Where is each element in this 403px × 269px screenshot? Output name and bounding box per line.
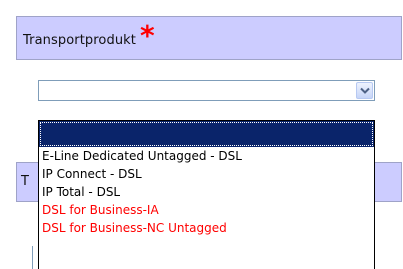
- dropdown-option-eline-dedicated-untagged-dsl[interactable]: E-Line Dedicated Untagged - DSL: [39, 147, 374, 165]
- chevron-down-icon: [360, 87, 370, 94]
- dropdown-options-list[interactable]: E-Line Dedicated Untagged - DSL IP Conne…: [38, 120, 375, 269]
- dropdown-option-ip-connect-dsl[interactable]: IP Connect - DSL: [39, 165, 374, 183]
- transportprodukt-select[interactable]: [38, 80, 375, 101]
- dropdown-option-empty[interactable]: [39, 121, 374, 147]
- dropdown-option-dsl-for-business-nc-untagged[interactable]: DSL for Business-NC Untagged: [39, 219, 374, 237]
- dropdown-option-dsl-for-business-ia[interactable]: DSL for Business-IA: [39, 201, 374, 219]
- next-section-title: T: [21, 174, 29, 189]
- underlying-input-edge: [32, 246, 37, 269]
- form-page: Transportprodukt * T E-Line Dedicated Un…: [0, 0, 403, 269]
- dropdown-option-ip-total-dsl[interactable]: IP Total - DSL: [39, 183, 374, 201]
- dropdown-arrow-button[interactable]: [356, 82, 373, 99]
- required-marker: *: [140, 19, 155, 52]
- section-title: Transportprodukt: [23, 33, 136, 48]
- transportprodukt-header: Transportprodukt *: [16, 16, 402, 60]
